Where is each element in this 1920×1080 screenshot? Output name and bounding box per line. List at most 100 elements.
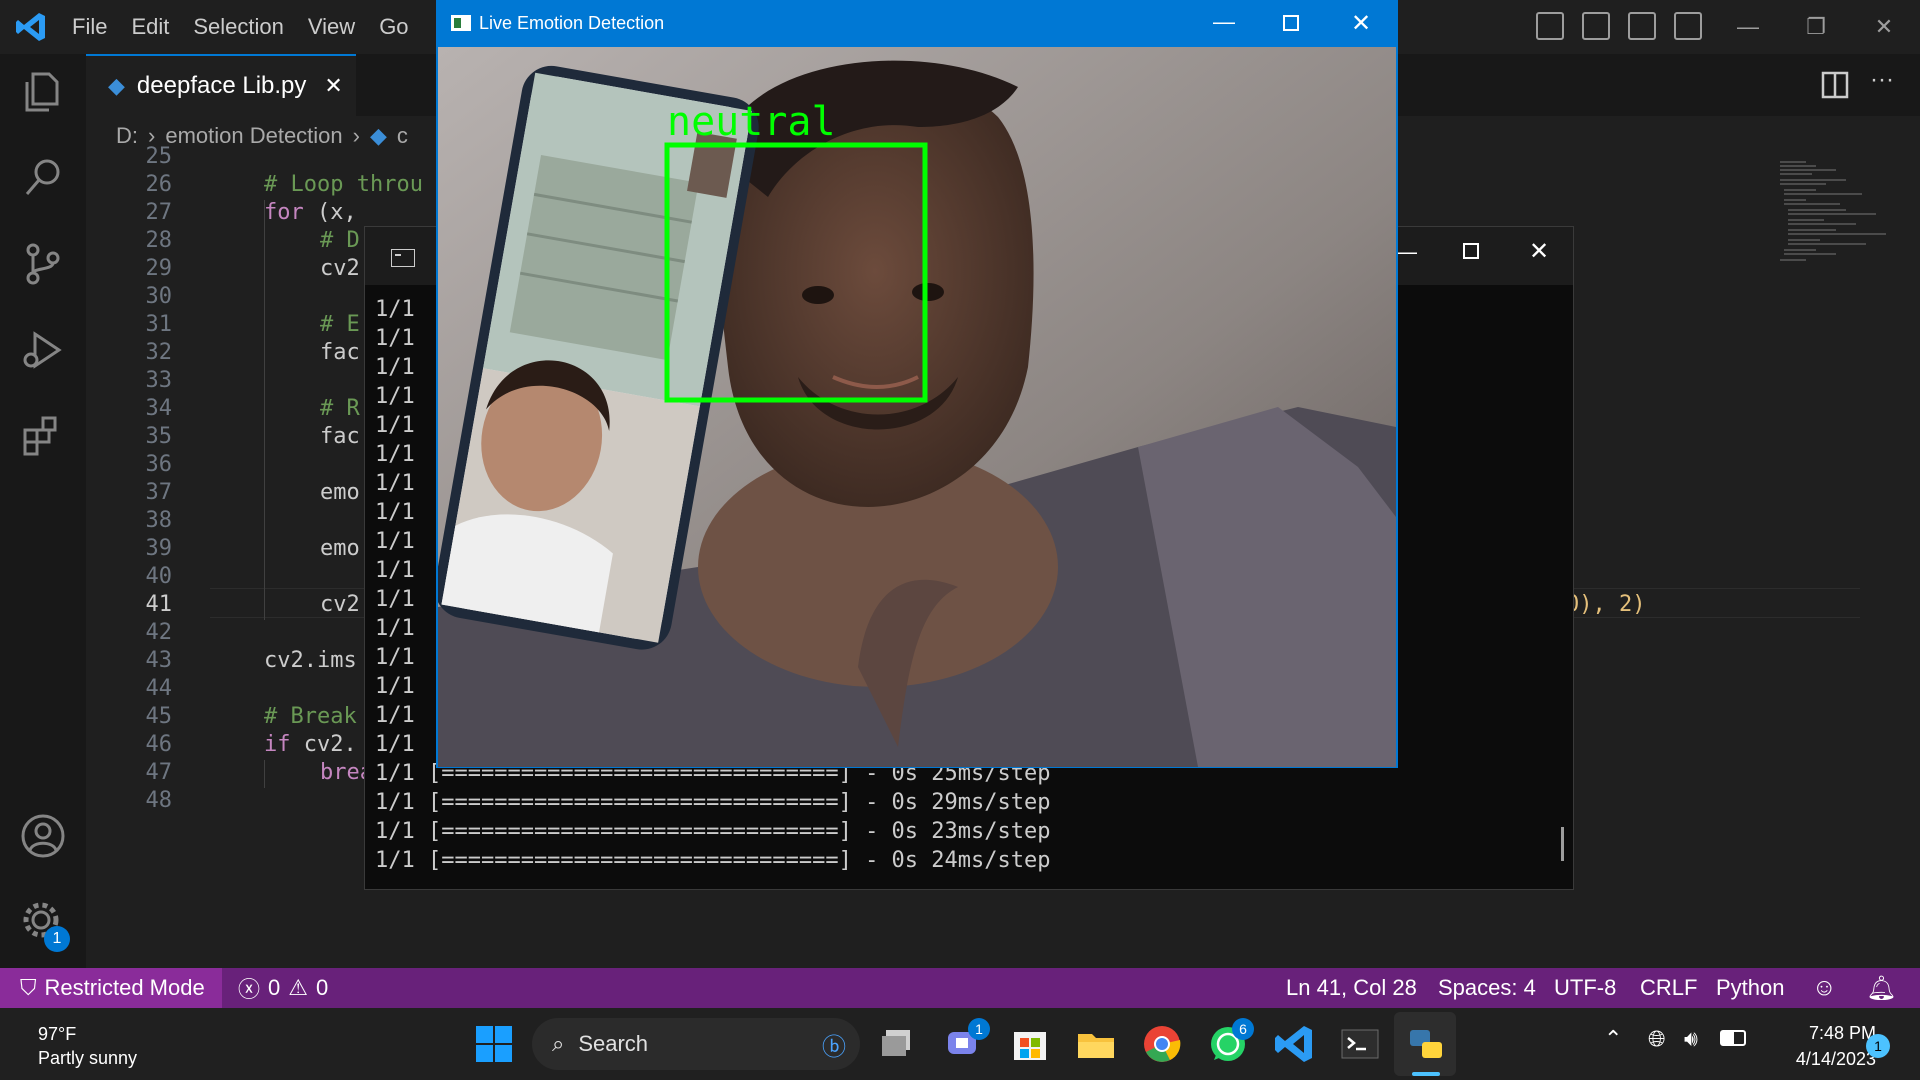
python-taskbar-icon[interactable] — [1404, 1022, 1448, 1066]
teams-badge: 1 — [968, 1018, 990, 1040]
console-scrollbar[interactable] — [1561, 827, 1564, 861]
console-close-icon[interactable]: ✕ — [1529, 237, 1549, 266]
whatsapp-badge: 6 — [1232, 1018, 1254, 1040]
toggle-panel-icon[interactable] — [1582, 12, 1610, 40]
encoding-setting[interactable]: UTF-8 — [1554, 968, 1616, 1008]
cursor-position[interactable]: Ln 41, Col 28 — [1286, 968, 1417, 1008]
indentation-setting[interactable]: Spaces: 4 — [1438, 968, 1536, 1008]
language-mode[interactable]: Python — [1716, 968, 1785, 1008]
emotion-maximize-icon[interactable] — [1283, 15, 1299, 31]
keyword: if — [264, 732, 291, 757]
microsoft-store-icon[interactable] — [1008, 1022, 1052, 1066]
line-number: 48 — [145, 788, 173, 813]
line-number: 25 — [145, 144, 173, 169]
minimap[interactable] — [1776, 156, 1896, 968]
emotion-window-title: Live Emotion Detection — [479, 13, 665, 33]
customize-layout-icon[interactable] — [1674, 12, 1702, 40]
emotion-detection-window[interactable]: Live Emotion Detection — ✕ neutral — [436, 0, 1398, 768]
network-icon[interactable]: 🌐︎ — [1648, 1026, 1666, 1052]
emotion-label: neutral — [667, 99, 836, 145]
code-line-34: # R — [320, 396, 360, 421]
volume-icon[interactable]: 🔊︎ — [1684, 1026, 1698, 1052]
extensions-icon[interactable] — [19, 412, 67, 460]
vscode-minimize-icon[interactable]: — — [1714, 0, 1782, 54]
vscode-taskbar-icon[interactable] — [1272, 1022, 1316, 1066]
split-editor-icon[interactable] — [1820, 70, 1850, 100]
code-text: (x, — [303, 200, 357, 225]
problems-indicator[interactable]: ⓧ 0 ⚠ 0 — [238, 968, 328, 1008]
bing-icon[interactable]: ⓑ — [822, 1027, 846, 1062]
console-minimize-icon[interactable]: — — [1395, 239, 1417, 265]
battery-icon[interactable] — [1720, 1030, 1746, 1046]
activity-bar: 1 — [0, 54, 86, 968]
menu-edit[interactable]: Edit — [119, 14, 181, 40]
code-line-41-tail: 0), 2) — [1566, 592, 1646, 617]
line-number: 40 — [145, 564, 173, 589]
error-count: 0 — [268, 975, 281, 1000]
run-debug-icon[interactable] — [19, 326, 67, 374]
more-actions-icon[interactable]: ··· — [1870, 66, 1894, 94]
menu-file[interactable]: File — [60, 14, 119, 40]
emotion-minimize-icon[interactable]: — — [1213, 9, 1235, 35]
console-line: 1/1 — [375, 413, 415, 438]
terminal-icon[interactable] — [1338, 1022, 1382, 1066]
file-explorer-icon[interactable] — [1074, 1022, 1118, 1066]
menu-go[interactable]: Go — [367, 14, 420, 40]
webcam-frame: neutral — [438, 47, 1396, 767]
console-line: 1/1 [==============================] - 0… — [375, 848, 1051, 873]
notification-badge[interactable]: 1 — [1866, 1034, 1890, 1058]
feedback-icon[interactable]: ☺ — [1812, 968, 1837, 1008]
restricted-mode-indicator[interactable]: ⛉ Restricted Mode — [0, 968, 222, 1008]
line-number: 26 — [145, 172, 173, 197]
code-line-41: cv2 — [320, 592, 360, 617]
warning-count: 0 — [316, 975, 329, 1000]
console-line: 1/1 — [375, 703, 415, 728]
console-line: 1/1 — [375, 471, 415, 496]
menu-view[interactable]: View — [296, 14, 367, 40]
toggle-primary-sidebar-icon[interactable] — [1536, 12, 1564, 40]
windows-start-icon[interactable] — [472, 1022, 516, 1066]
eol-setting[interactable]: CRLF — [1640, 968, 1697, 1008]
task-view-icon[interactable] — [876, 1022, 920, 1066]
emotion-close-icon[interactable]: ✕ — [1351, 9, 1371, 38]
code-line-39: emo — [320, 536, 360, 561]
menu-selection[interactable]: Selection — [181, 14, 296, 40]
accounts-icon[interactable] — [19, 812, 67, 860]
system-clock[interactable]: 7:48 PM 4/14/2023 — [1766, 1020, 1876, 1072]
code-line-45: # Break — [264, 704, 357, 729]
weather-widget[interactable]: 97°F Partly sunny — [38, 1022, 137, 1070]
line-number: 31 — [145, 312, 173, 337]
explorer-icon[interactable] — [19, 68, 67, 116]
console-maximize-icon[interactable] — [1463, 243, 1479, 259]
code-text: cv2. — [290, 732, 357, 757]
vscode-restore-icon[interactable]: ❐ — [1782, 0, 1850, 54]
code-line-46: if cv2. — [264, 732, 357, 757]
tab-deepface-lib[interactable]: ◆ deepface Lib.py ✕ — [86, 54, 356, 116]
indent-guide — [264, 200, 265, 620]
weather-description: Partly sunny — [38, 1048, 138, 1068]
line-number: 39 — [145, 536, 173, 561]
search-icon[interactable] — [19, 154, 67, 202]
breadcrumb-file[interactable]: c — [397, 123, 408, 149]
chevron-up-icon[interactable]: ⌃ — [1604, 1026, 1622, 1052]
line-number: 29 — [145, 256, 173, 281]
vscode-close-icon[interactable]: ✕ — [1850, 0, 1918, 54]
taskbar-search[interactable]: ⌕ Search ⓑ — [532, 1018, 860, 1070]
console-app-icon — [391, 249, 415, 267]
line-number: 33 — [145, 368, 173, 393]
tab-close-icon[interactable]: ✕ — [324, 73, 342, 99]
line-number: 35 — [145, 424, 173, 449]
console-line: 1/1 — [375, 326, 415, 351]
line-number: 42 — [145, 620, 173, 645]
toggle-secondary-sidebar-icon[interactable] — [1628, 12, 1656, 40]
error-icon: ⓧ — [238, 977, 261, 1002]
search-placeholder: Search — [578, 1031, 649, 1056]
settings-update-badge: 1 — [44, 926, 70, 952]
code-line-35: fac — [320, 424, 360, 449]
breadcrumb-folder[interactable]: emotion Detection — [165, 123, 342, 149]
code-line-43: cv2.ims — [264, 648, 357, 673]
chrome-icon[interactable] — [1140, 1022, 1184, 1066]
code-line-32: fac — [320, 340, 360, 365]
bell-icon[interactable]: 🔔︎ — [1866, 968, 1896, 1008]
source-control-icon[interactable] — [19, 240, 67, 288]
